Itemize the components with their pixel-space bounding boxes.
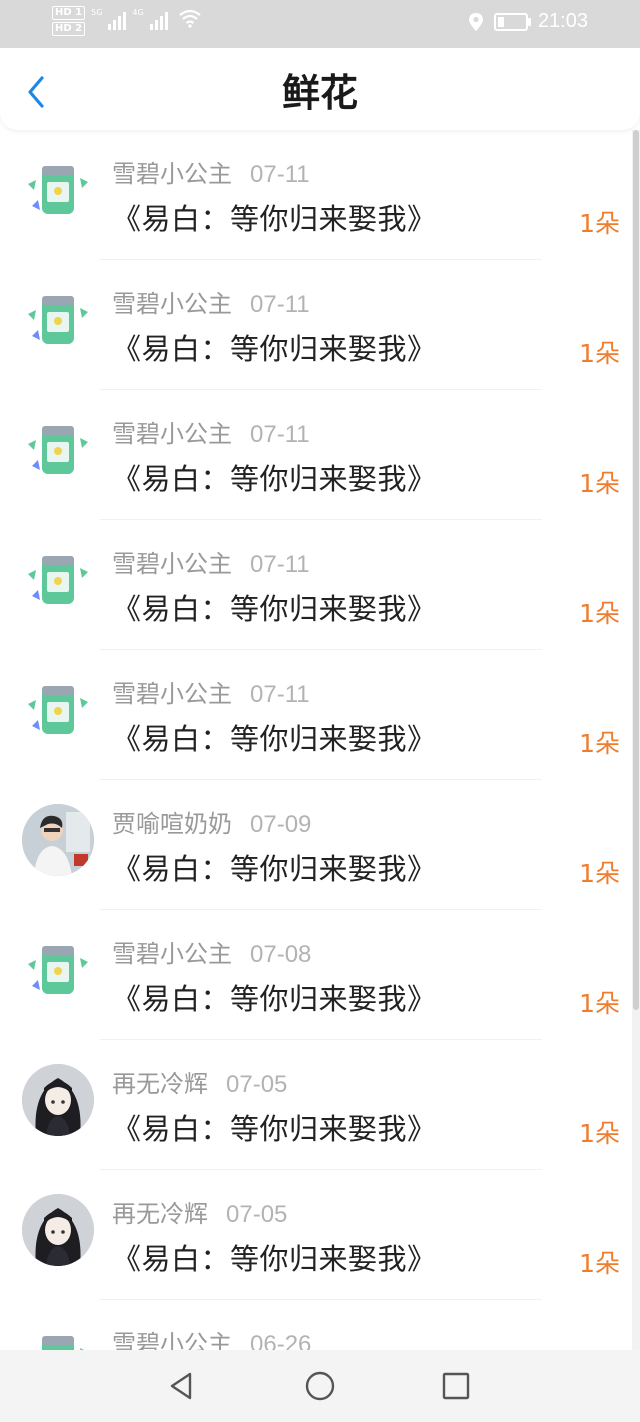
hd-badge: HD 1 (52, 6, 86, 20)
user-name: 贾喻喧奶奶 (112, 810, 232, 838)
nav-recents-button[interactable] (440, 1370, 472, 1402)
status-left: HD 1 HD 2 5G 4G (52, 6, 202, 36)
record-date: 07-05 (226, 1071, 288, 1098)
list-item[interactable]: 贾喻喧奶奶 07-09 《易白：等你归来娶我》 1朵 (0, 780, 632, 910)
flower-count: 1朵 (579, 469, 620, 498)
flower-count: 1朵 (579, 729, 620, 758)
flower-count: 1朵 (579, 339, 620, 368)
user-name: 雪碧小公主 (112, 160, 232, 188)
person-photo-icon (22, 804, 94, 876)
record-date: 07-09 (250, 811, 312, 838)
avatar[interactable] (22, 1064, 94, 1136)
record-date: 07-11 (250, 681, 310, 708)
avatar[interactable] (22, 674, 94, 746)
user-name: 雪碧小公主 (112, 1330, 232, 1350)
user-name: 雪碧小公主 (112, 290, 232, 318)
soda-can-icon (42, 1336, 84, 1350)
list-item[interactable]: 雪碧小公主 07-08 《易白：等你归来娶我》 1朵 (0, 910, 632, 1040)
back-triangle-icon (170, 1372, 192, 1400)
list-item[interactable]: 再无冷辉 07-05 《易白：等你归来娶我》 1朵 (0, 1040, 632, 1170)
user-name: 雪碧小公主 (112, 420, 232, 448)
avatar[interactable] (22, 1194, 94, 1266)
soda-can-icon (28, 296, 88, 344)
soda-can-icon (28, 686, 88, 734)
battery-icon (493, 12, 531, 31)
user-name: 雪碧小公主 (112, 550, 232, 578)
recents-square-icon (442, 1372, 470, 1400)
nav-home-button[interactable] (304, 1370, 336, 1402)
list-item[interactable]: 雪碧小公主 06-26 (0, 1300, 632, 1350)
user-name: 雪碧小公主 (112, 940, 232, 968)
home-circle-icon (305, 1371, 335, 1401)
record-date: 07-11 (250, 291, 310, 318)
top-bar: 鲜花 (0, 48, 640, 130)
list-item[interactable]: 雪碧小公主 07-11 《易白：等你归来娶我》 1朵 (0, 130, 632, 260)
book-title: 《易白：等你归来娶我》 (112, 1242, 437, 1276)
scrollbar-thumb[interactable] (633, 130, 639, 1010)
signal-icon (149, 6, 168, 30)
flower-count: 1朵 (579, 859, 620, 888)
status-bar: HD 1 HD 2 5G 4G 21:03 (0, 0, 640, 48)
list-item[interactable]: 雪碧小公主 07-11 《易白：等你归来娶我》 1朵 (0, 260, 632, 390)
soda-can-icon (28, 426, 88, 474)
list-item[interactable]: 雪碧小公主 07-11 《易白：等你归来娶我》 1朵 (0, 390, 632, 520)
book-title: 《易白：等你归来娶我》 (112, 592, 437, 626)
avatar[interactable] (22, 544, 94, 616)
scrollbar[interactable] (632, 130, 640, 1350)
signal-icon (108, 6, 127, 30)
record-date: 07-11 (250, 551, 310, 578)
flower-count: 1朵 (579, 209, 620, 238)
book-title: 《易白：等你归来娶我》 (112, 332, 437, 366)
soda-can-icon (28, 556, 88, 604)
nav-back-button[interactable] (166, 1370, 198, 1402)
avatar[interactable] (22, 284, 94, 356)
record-date: 07-11 (250, 161, 310, 188)
flower-count: 1朵 (579, 989, 620, 1018)
record-date: 07-11 (250, 421, 310, 448)
user-name: 再无冷辉 (112, 1200, 208, 1228)
record-date: 07-05 (226, 1201, 288, 1228)
avatar[interactable] (22, 154, 94, 226)
book-title: 《易白：等你归来娶我》 (112, 202, 437, 236)
book-title: 《易白：等你归来娶我》 (112, 722, 437, 756)
location-icon (468, 12, 483, 31)
list-item[interactable]: 再无冷辉 07-05 《易白：等你归来娶我》 1朵 (0, 1170, 632, 1300)
wifi-icon (179, 9, 201, 28)
avatar[interactable] (22, 414, 94, 486)
page-title: 鲜花 (281, 71, 358, 115)
network-type-label: 4G (132, 8, 144, 17)
anime-girl-icon (22, 1194, 94, 1266)
avatar[interactable] (22, 804, 94, 876)
avatar[interactable] (22, 1324, 94, 1350)
network-type-label: 5G (91, 8, 103, 17)
system-nav-bar (0, 1350, 640, 1422)
status-time: 21:03 (537, 10, 588, 32)
flower-count: 1朵 (579, 1119, 620, 1148)
user-name: 再无冷辉 (112, 1070, 208, 1098)
avatar[interactable] (22, 934, 94, 1006)
user-name: 雪碧小公主 (112, 680, 232, 708)
flower-count: 1朵 (579, 599, 620, 628)
book-title: 《易白：等你归来娶我》 (112, 852, 437, 886)
record-date: 06-26 (250, 1331, 312, 1350)
flower-count: 1朵 (579, 1249, 620, 1278)
status-right: 21:03 (468, 10, 588, 33)
soda-can-icon (28, 166, 88, 214)
flower-record-list[interactable]: 雪碧小公主 07-11 《易白：等你归来娶我》 1朵 雪碧小公主 07-11 《… (0, 130, 632, 1350)
list-item[interactable]: 雪碧小公主 07-11 《易白：等你归来娶我》 1朵 (0, 520, 632, 650)
anime-girl-icon (22, 1064, 94, 1136)
book-title: 《易白：等你归来娶我》 (112, 462, 437, 496)
list-item[interactable]: 雪碧小公主 07-11 《易白：等你归来娶我》 1朵 (0, 650, 632, 780)
book-title: 《易白：等你归来娶我》 (112, 982, 437, 1016)
record-date: 07-08 (250, 941, 312, 968)
hd-badge: HD 2 (52, 22, 86, 36)
soda-can-icon (28, 946, 88, 994)
book-title: 《易白：等你归来娶我》 (112, 1112, 437, 1146)
